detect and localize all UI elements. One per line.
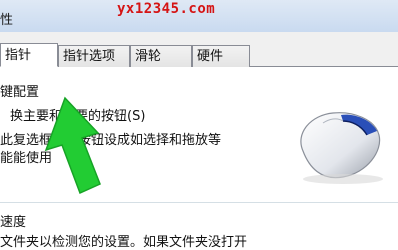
tab-pointer-options[interactable]: 指针选项 — [58, 45, 130, 67]
switch-description-line2: 能能使用 — [0, 151, 53, 166]
mouse-icon — [300, 112, 383, 184]
title-bar: 性 yx12345.com — [0, 0, 398, 32]
watermark-text: yx12345.com — [117, 1, 216, 17]
tab-hardware[interactable]: 硬件 — [192, 45, 250, 67]
group-divider — [0, 202, 398, 203]
window-title: 性 — [0, 13, 14, 28]
speed-group-label: 速度 — [0, 215, 27, 230]
speed-description: 文件夹以检测您的设置。如果文件夹没打开 — [0, 235, 248, 250]
button-config-group-label: 键配置 — [0, 85, 40, 100]
tab-pointer[interactable]: 指针 — [0, 43, 58, 67]
switch-buttons-checkbox-label[interactable]: 换主要和次要的按钮(S) — [10, 105, 145, 124]
switch-description-line1: 此复选框将右按钮设成如选择和拖放等 — [0, 133, 222, 148]
tab-wheel[interactable]: 滑轮 — [130, 45, 192, 67]
tab-strip: 指针 指针选项 滑轮 硬件 — [0, 32, 398, 67]
